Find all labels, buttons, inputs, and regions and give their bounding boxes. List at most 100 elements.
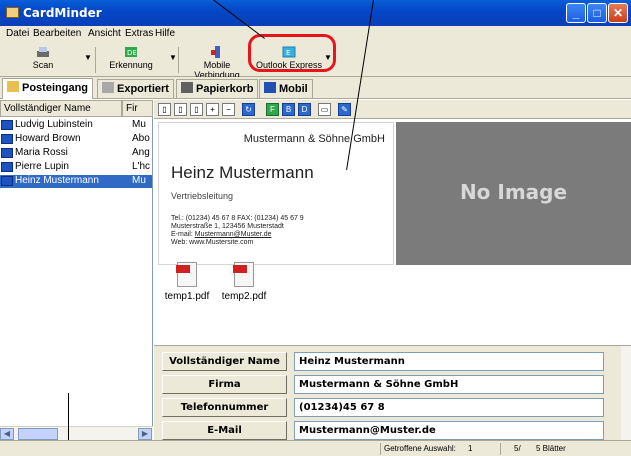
svg-text:DE: DE: [127, 49, 137, 57]
view-both-icon[interactable]: ▯: [190, 103, 203, 116]
scan-icon: [37, 47, 49, 57]
tab-label: Mobil: [279, 83, 308, 95]
menu-extras[interactable]: Extras: [125, 28, 153, 39]
tab-label: Posteingang: [22, 82, 89, 94]
pdf-icon: [176, 262, 197, 287]
menu-bearbeiten[interactable]: Bearbeiten: [33, 28, 81, 39]
card-company: Mustermann & Söhne GmbH: [243, 133, 385, 145]
tab-papierkorb[interactable]: Papierkorb: [176, 79, 259, 98]
sheet-count: 5 Blätter: [536, 444, 566, 453]
view-front-icon[interactable]: ▯: [158, 103, 171, 116]
recognition-button[interactable]: DE Erkennung: [108, 45, 154, 75]
field-label-firm[interactable]: Firma: [162, 375, 287, 394]
horizontal-scrollbar[interactable]: ◀ ▶: [0, 426, 153, 440]
card-icon: [1, 162, 13, 172]
close-button[interactable]: ✕: [608, 3, 628, 23]
title-bar: CardMinder _ □ ✕: [0, 0, 631, 26]
tab-exportiert[interactable]: Exportiert: [97, 79, 174, 98]
card-role: Vertriebsleitung: [171, 191, 234, 201]
list-item[interactable]: Pierre Lupin L'hc: [0, 161, 152, 174]
field-value-phone[interactable]: (01234)45 67 8: [294, 398, 604, 417]
rotate-icon[interactable]: ↻: [242, 103, 255, 116]
field-value-firm[interactable]: Mustermann & Söhne GmbH: [294, 375, 604, 394]
field-value-email[interactable]: Mustermann@Muster.de: [294, 421, 604, 440]
file-name: temp1.pdf: [164, 291, 210, 302]
card-preview-area: Mustermann & Söhne GmbH Heinz Mustermann…: [154, 119, 631, 345]
field-label-phone[interactable]: Telefonnummer: [162, 398, 287, 417]
list-item[interactable]: Howard Brown Abo: [0, 133, 152, 146]
recognize-back-icon[interactable]: B: [282, 103, 295, 116]
card-line-phone: Tel.: (01234) 45 67 8 FAX: (01234) 45 67…: [171, 215, 304, 222]
menu-hilfe[interactable]: Hilfe: [155, 28, 175, 39]
mobile-connection-button[interactable]: Mobile Verbindung: [181, 45, 253, 80]
highlight-circle: [248, 34, 336, 72]
window-title: CardMinder: [23, 6, 102, 20]
attachment-file[interactable]: temp1.pdf: [157, 262, 217, 302]
tab-mobil[interactable]: Mobil: [259, 79, 313, 98]
field-value-name[interactable]: Heinz Mustermann: [294, 352, 604, 371]
list-item-name: Pierre Lupin: [15, 161, 69, 172]
app-icon: [6, 7, 19, 18]
card-back-image: No Image: [396, 122, 631, 265]
card-line-email: E-mail: Mustermann@Muster.de: [171, 231, 271, 238]
list-item-firm: Mu: [132, 119, 146, 130]
recognition-icon: DE: [125, 47, 137, 57]
tab-posteingang[interactable]: Posteingang: [2, 78, 94, 99]
column-header-name[interactable]: Vollständiger Name: [0, 100, 122, 117]
edit-icon[interactable]: ✎: [338, 103, 351, 116]
scan-dropdown-icon[interactable]: ▼: [84, 53, 92, 62]
zoom-out-icon[interactable]: −: [222, 103, 235, 116]
attachment-file[interactable]: temp2.pdf: [214, 262, 274, 302]
scroll-thumb[interactable]: [18, 428, 58, 440]
export-icon: [102, 82, 114, 93]
status-separator: [500, 443, 501, 455]
scroll-left-icon[interactable]: ◀: [0, 428, 14, 440]
tab-bar: Posteingang Exportiert Papierkorb Mobil: [0, 77, 631, 99]
list-item-name: Maria Rossi: [15, 147, 68, 158]
card-icon: [1, 134, 13, 144]
no-image-text: No Image: [459, 180, 568, 204]
list-item-name: Ludvig Lubinstein: [15, 119, 93, 130]
view-back-icon[interactable]: ▯: [174, 103, 187, 116]
toolbar-separator: [178, 47, 179, 73]
field-label-email[interactable]: E-Mail: [162, 421, 287, 440]
file-name: temp2.pdf: [221, 291, 267, 302]
recognize-front-icon[interactable]: F: [266, 103, 279, 116]
mobile-tab-icon: [264, 82, 276, 93]
menu-ansicht[interactable]: Ansicht: [88, 28, 121, 39]
scroll-right-icon[interactable]: ▶: [138, 428, 152, 440]
list-item[interactable]: Maria Rossi Ang: [0, 147, 152, 160]
recognition-dropdown-icon[interactable]: ▼: [169, 53, 177, 62]
list-item[interactable]: Ludvig Lubinstein Mu: [0, 119, 152, 132]
card-email: Mustermann@Muster.de: [194, 231, 272, 238]
vertical-scrollbar[interactable]: [621, 346, 631, 441]
tab-label: Papierkorb: [196, 83, 254, 95]
inbox-icon: [7, 81, 19, 92]
page-indicator: 5/: [514, 444, 521, 453]
list-item-firm: Ang: [132, 147, 150, 158]
scan-side-icon[interactable]: ▭: [318, 103, 331, 116]
selection-count: 1: [468, 444, 473, 453]
maximize-button[interactable]: □: [587, 3, 607, 23]
menu-datei[interactable]: Datei: [6, 28, 29, 39]
list-item-name: Heinz Mustermann: [15, 175, 99, 186]
scan-button[interactable]: Scan: [26, 45, 60, 75]
field-label-name[interactable]: Vollständiger Name: [162, 352, 287, 371]
recognize-both-icon[interactable]: D: [298, 103, 311, 116]
selection-label: Getroffene Auswahl:: [384, 444, 456, 453]
card-list: Vollständiger Name Fir Ludvig Lubinstein…: [0, 100, 153, 440]
list-item-selected[interactable]: Heinz Mustermann Mu: [0, 175, 152, 188]
card-icon: [1, 176, 13, 186]
recognition-label: Erkennung: [109, 60, 153, 70]
zoom-in-icon[interactable]: +: [206, 103, 219, 116]
list-item-firm: Mu: [132, 175, 146, 186]
status-separator: [380, 443, 381, 455]
field-editor: Vollständiger Name Heinz Mustermann Firm…: [154, 345, 631, 441]
trash-icon: [181, 82, 193, 93]
minimize-button[interactable]: _: [566, 3, 586, 23]
column-header-firm[interactable]: Fir: [122, 100, 153, 117]
card-icon: [1, 120, 13, 130]
status-bar: Getroffene Auswahl: 1 5/ 5 Blätter: [0, 440, 631, 456]
mobile-icon: [211, 46, 220, 58]
card-line-address: Musterstraße 1, 123456 Musterstadt: [171, 223, 284, 230]
